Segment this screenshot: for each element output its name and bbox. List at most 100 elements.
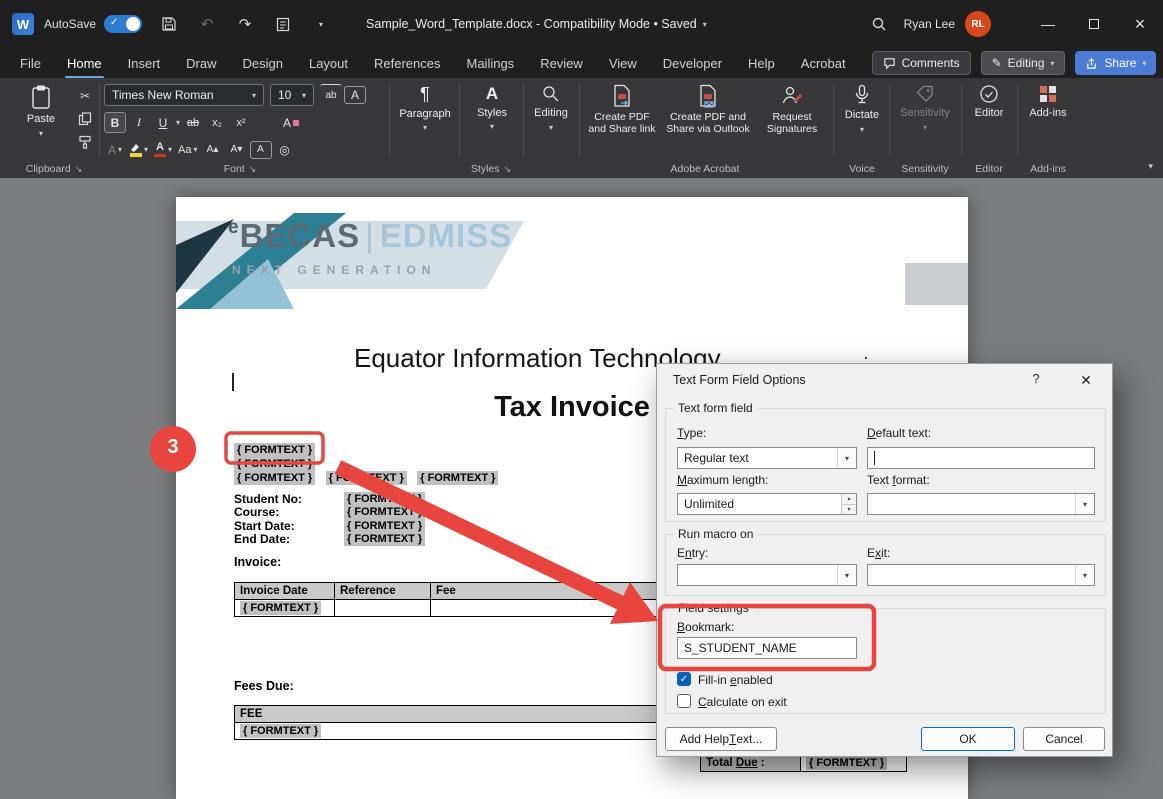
search-icon[interactable] [868,13,890,35]
share-button[interactable]: Share ▾ [1075,51,1156,75]
user-name[interactable]: Ryan Lee [904,17,955,31]
editing-mode-button[interactable]: ✎ Editing ▾ [981,51,1066,75]
fill-in-enabled-checkbox[interactable]: ✓ [677,672,691,686]
redo-icon[interactable]: ↷ [234,13,256,35]
save-icon[interactable] [158,13,180,35]
collapse-ribbon-icon[interactable]: ▾ [1148,161,1153,172]
chevron-down-icon[interactable]: ▾ [176,118,180,127]
phonetic-guide-icon[interactable]: ab [320,84,342,105]
formtext-field[interactable]: { FORMTEXT } [234,471,315,485]
formtext-field[interactable]: { FORMTEXT } [240,601,321,615]
copy-icon[interactable] [74,109,96,129]
subscript-icon[interactable]: x₂ [206,112,228,133]
maximize-button[interactable] [1071,0,1117,48]
create-pdf-outlook-label: Create PDF and Share via Outlook [662,111,754,135]
tab-view[interactable]: View [609,48,637,78]
editing-button[interactable]: Editing ▾ [528,84,574,132]
type-dropdown[interactable]: Regular text ▾ [677,447,857,469]
tab-developer[interactable]: Developer [663,48,722,78]
tab-layout[interactable]: Layout [309,48,348,78]
formtext-field[interactable]: { FORMTEXT } [344,532,425,546]
highlight-color-icon[interactable]: ▾ [128,139,150,160]
formtext-field[interactable]: { FORMTEXT } [417,471,498,485]
entry-dropdown[interactable]: ▾ [677,564,857,586]
close-icon[interactable]: ✕ [1071,369,1101,391]
formtext-field[interactable]: { FORMTEXT } [806,756,887,770]
exit-dropdown[interactable]: ▾ [867,564,1095,586]
underline-icon[interactable]: U [152,112,174,133]
tab-references[interactable]: References [374,48,440,78]
tab-design[interactable]: Design [243,48,283,78]
tab-file[interactable]: File [20,48,41,78]
autosave-toggle[interactable]: ✓ [104,15,142,33]
format-painter-icon[interactable] [74,132,96,152]
formtext-field[interactable]: { FORMTEXT } [326,471,407,485]
cut-icon[interactable]: ✂ [74,86,96,106]
font-color-icon[interactable]: A ▾ [152,139,174,160]
editor-button[interactable]: Editor [966,84,1012,120]
sensitivity-button[interactable]: Sensitivity ▾ [894,84,956,132]
calculate-on-exit-checkbox[interactable] [677,694,691,708]
dictate-button[interactable]: Dictate ▾ [838,84,886,134]
styles-button[interactable]: A Styles ▾ [466,84,518,131]
request-signatures-button[interactable]: Request Signatures [758,84,826,135]
superscript-icon[interactable]: x² [230,112,252,133]
clipboard-group-label: Clipboard ↘ [10,163,98,175]
dialog-launcher-icon[interactable]: ↘ [504,164,512,175]
bold-icon[interactable]: B [104,112,126,133]
enclose-characters-icon[interactable]: ◎ [274,139,296,160]
text-format-dropdown[interactable]: ▾ [867,493,1095,515]
invoice-date-header: Invoice Date [235,583,335,600]
character-shading-icon[interactable]: A [250,141,272,159]
formtext-field[interactable]: { FORMTEXT } [344,505,425,519]
bookmark-label: Bookmark: [677,620,734,634]
italic-icon[interactable]: I [128,112,150,133]
grow-font-icon[interactable]: A▴ [202,139,224,160]
shrink-font-icon[interactable]: A▾ [226,139,248,160]
add-help-text-button[interactable]: Add Help Text... [665,727,777,751]
chevron-down-icon: ▾ [1075,565,1094,585]
text-effects-icon[interactable]: A▾ [104,139,126,160]
paste-button[interactable]: Paste ▾ [14,84,68,138]
tab-home[interactable]: Home [67,48,102,78]
ok-button[interactable]: OK [921,727,1015,751]
character-border-icon[interactable]: A [344,86,366,104]
bookmark-input[interactable]: S_STUDENT_NAME [677,637,857,659]
tab-mailings[interactable]: Mailings [467,48,515,78]
quick-access-chevron-icon[interactable]: ▾ [310,13,332,35]
default-text-input[interactable] [867,447,1095,469]
minimize-button[interactable]: — [1025,0,1071,48]
close-button[interactable]: × [1117,0,1163,48]
font-size-combobox[interactable]: 10 ▾ [270,84,314,106]
addins-button[interactable]: Add-ins [1022,84,1074,120]
help-icon[interactable]: ? [1025,371,1047,391]
formtext-field[interactable]: { FORMTEXT } [344,492,425,506]
tab-acrobat[interactable]: Acrobat [801,48,846,78]
formtext-field[interactable]: { FORMTEXT } [344,519,425,533]
word-app-icon[interactable]: W [12,13,34,35]
formtext-field[interactable]: { FORMTEXT } [240,724,321,738]
spin-down-icon[interactable]: ▾ [842,505,856,515]
spin-up-icon[interactable]: ▴ [842,494,856,505]
clear-formatting-icon[interactable]: A [280,112,302,133]
dialog-launcher-icon[interactable]: ↘ [249,164,257,175]
create-pdf-outlook-button[interactable]: Create PDF and Share via Outlook [662,84,754,135]
create-pdf-share-link-button[interactable]: Create PDF and Share link [588,84,656,135]
tab-insert[interactable]: Insert [128,48,161,78]
document-icon[interactable] [272,13,294,35]
group-divider [389,84,390,156]
tab-draw[interactable]: Draw [186,48,216,78]
font-name-combobox[interactable]: Times New Roman ▾ [104,84,264,106]
maximum-length-spinner[interactable]: Unlimited ▴▾ [677,493,857,515]
tab-review[interactable]: Review [540,48,583,78]
avatar[interactable]: RL [965,11,991,37]
document-title[interactable]: Sample_Word_Template.docx - Compatibilit… [366,17,707,31]
undo-icon[interactable]: ↶ [196,13,218,35]
strikethrough-icon[interactable]: ab [182,112,204,133]
change-case-icon[interactable]: Aa▾ [176,139,199,160]
dialog-launcher-icon[interactable]: ↘ [75,164,83,175]
tab-help[interactable]: Help [748,48,775,78]
comments-button[interactable]: Comments [872,51,971,75]
paragraph-button[interactable]: ¶ Paragraph ▾ [396,84,454,133]
cancel-button[interactable]: Cancel [1023,727,1105,751]
